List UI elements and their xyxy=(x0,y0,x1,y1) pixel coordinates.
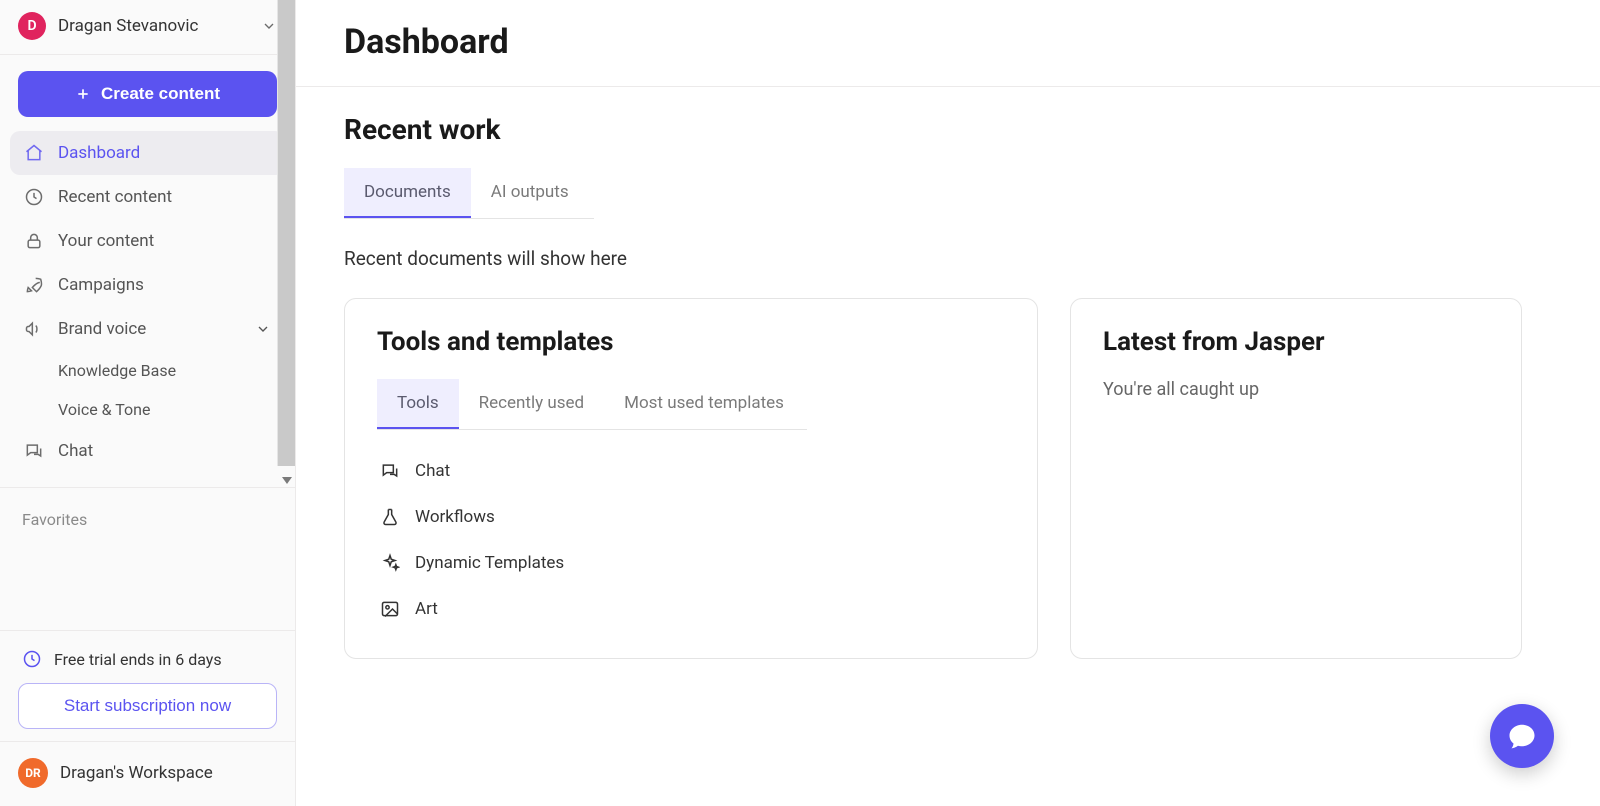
recent-work-section: Recent work Documents AI outputs Recent … xyxy=(296,87,1600,298)
user-menu[interactable]: D Dragan Stevanovic xyxy=(0,0,295,55)
favorites-heading: Favorites xyxy=(0,488,295,539)
sidebar-item-brand-voice[interactable]: Brand voice xyxy=(10,307,285,351)
news-body: You're all caught up xyxy=(1103,379,1489,400)
sparkle-icon xyxy=(379,552,401,574)
chevron-down-icon xyxy=(261,18,277,34)
news-card: Latest from Jasper You're all caught up xyxy=(1070,298,1522,659)
workspace-avatar: DR xyxy=(18,758,48,788)
tools-heading: Tools and templates xyxy=(377,327,1005,357)
plus-icon xyxy=(75,86,91,102)
recent-tabs: Documents AI outputs xyxy=(344,168,594,219)
sidebar-item-recent-content[interactable]: Recent content xyxy=(10,175,285,219)
tool-label: Art xyxy=(415,599,438,619)
sidebar-item-voice-tone[interactable]: Voice & Tone xyxy=(10,390,285,429)
main-content: Dashboard Recent work Documents AI outpu… xyxy=(296,0,1600,806)
image-icon xyxy=(379,598,401,620)
sidebar-item-campaigns[interactable]: Campaigns xyxy=(10,263,285,307)
sidebar-item-dashboard[interactable]: Dashboard xyxy=(10,131,285,175)
clock-icon xyxy=(24,187,44,207)
sidebar-item-label: Dashboard xyxy=(58,143,140,163)
page-title: Dashboard xyxy=(296,0,1600,87)
user-name: Dragan Stevanovic xyxy=(58,16,249,36)
sidebar-nav: Dashboard Recent content Your content xyxy=(0,129,295,473)
tool-label: Workflows xyxy=(415,507,495,527)
sidebar: D Dragan Stevanovic Create content Dashb… xyxy=(0,0,296,806)
user-avatar: D xyxy=(18,12,46,40)
sidebar-footer: Free trial ends in 6 days Start subscrip… xyxy=(0,630,295,806)
tab-most-used-templates[interactable]: Most used templates xyxy=(604,379,804,429)
clock-alert-icon xyxy=(22,649,42,669)
recent-empty-text: Recent documents will show here xyxy=(344,219,1552,288)
workspace-name: Dragan's Workspace xyxy=(60,763,213,783)
lock-icon xyxy=(24,231,44,251)
start-subscription-button[interactable]: Start subscription now xyxy=(18,683,277,729)
tools-tabs: Tools Recently used Most used templates xyxy=(377,379,807,430)
tab-tools[interactable]: Tools xyxy=(377,379,459,429)
tool-item-chat[interactable]: Chat xyxy=(377,448,1005,494)
sidebar-item-knowledge-base[interactable]: Knowledge Base xyxy=(10,351,285,390)
sidebar-item-label: Your content xyxy=(58,231,154,251)
chat-icon xyxy=(24,441,44,461)
trial-text: Free trial ends in 6 days xyxy=(54,650,222,669)
chat-icon xyxy=(379,460,401,482)
tab-documents[interactable]: Documents xyxy=(344,168,471,218)
sidebar-item-chat[interactable]: Chat xyxy=(10,429,285,473)
create-content-label: Create content xyxy=(101,84,220,104)
sidebar-item-label: Campaigns xyxy=(58,275,144,295)
tab-ai-outputs[interactable]: AI outputs xyxy=(471,168,589,218)
tool-item-workflows[interactable]: Workflows xyxy=(377,494,1005,540)
tool-item-art[interactable]: Art xyxy=(377,586,1005,632)
flask-icon xyxy=(379,506,401,528)
megaphone-icon xyxy=(24,319,44,339)
workspace-switcher[interactable]: DR Dragan's Workspace xyxy=(0,741,295,800)
tool-label: Dynamic Templates xyxy=(415,553,564,573)
chat-bubble-icon xyxy=(1507,721,1537,751)
recent-work-heading: Recent work xyxy=(344,113,1552,146)
create-content-button[interactable]: Create content xyxy=(18,71,277,117)
sidebar-item-label: Brand voice xyxy=(58,319,146,339)
tools-card: Tools and templates Tools Recently used … xyxy=(344,298,1038,659)
tool-label: Chat xyxy=(415,461,450,481)
tab-recently-used[interactable]: Recently used xyxy=(459,379,605,429)
sidebar-scrollbar[interactable] xyxy=(277,0,295,466)
tool-item-dynamic-templates[interactable]: Dynamic Templates xyxy=(377,540,1005,586)
sidebar-item-label: Chat xyxy=(58,441,93,461)
trial-status: Free trial ends in 6 days xyxy=(18,645,277,683)
sidebar-item-label: Recent content xyxy=(58,187,172,207)
home-icon xyxy=(24,143,44,163)
sidebar-item-your-content[interactable]: Your content xyxy=(10,219,285,263)
news-heading: Latest from Jasper xyxy=(1103,327,1489,357)
chevron-down-icon xyxy=(255,321,271,337)
tools-list: Chat Workflows Dynamic Templates xyxy=(377,430,1005,632)
chat-fab[interactable] xyxy=(1490,704,1554,768)
rocket-icon xyxy=(24,275,44,295)
